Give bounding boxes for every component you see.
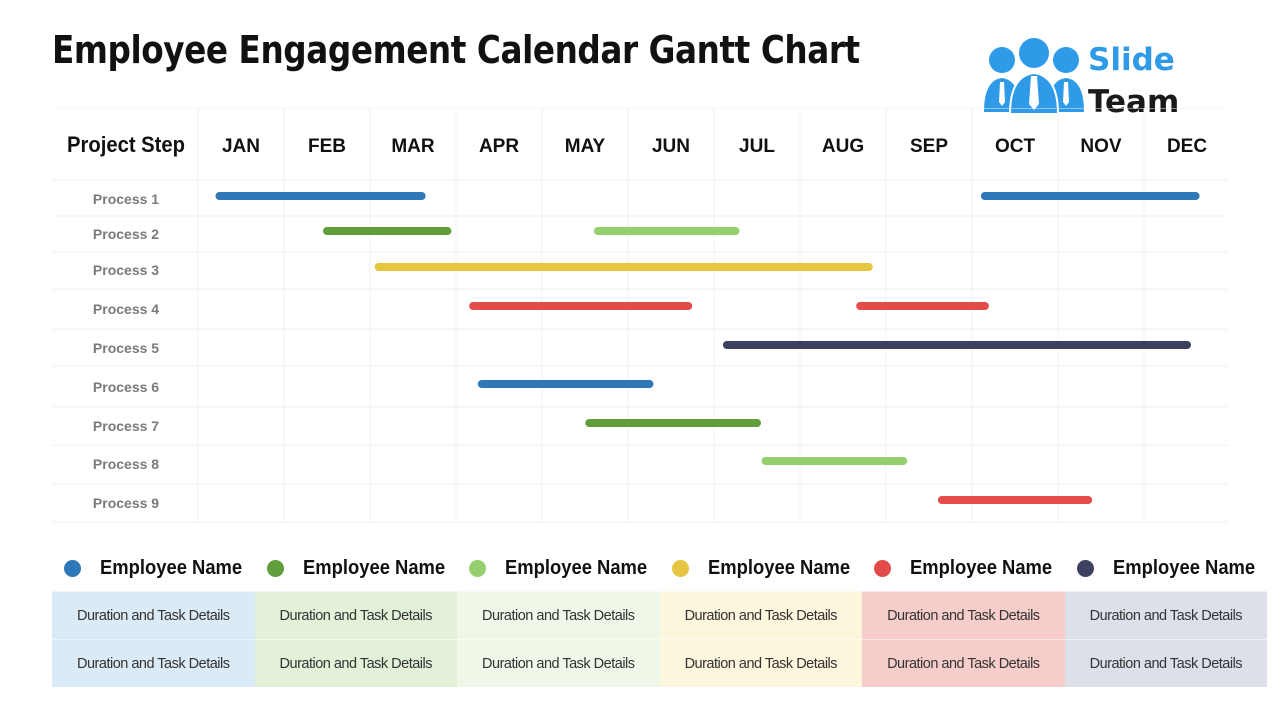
legend-header: Employee Name	[255, 545, 458, 591]
process-label: Process 3	[93, 262, 159, 278]
legend-header: Employee Name	[52, 545, 255, 591]
task-details-cell: Duration and Task Details	[862, 591, 1065, 639]
month-label-may: MAY	[565, 136, 606, 157]
legend-color-dot-icon	[266, 559, 284, 577]
employee-name: Employee Name	[505, 556, 648, 579]
task-details-cell: Duration and Task Details	[457, 591, 660, 639]
legend-column: Employee Name Duration and Task Details Du…	[659, 545, 863, 687]
page-title: Employee Engagement Calendar Gantt Chart	[52, 28, 860, 72]
process-label: Process 7	[93, 418, 159, 434]
logo-text-slide: Slide	[1088, 42, 1175, 78]
task-details-cell: Duration and Task Details	[52, 591, 255, 639]
legend-header: Employee Name	[862, 545, 1065, 591]
legend-column: Employee Name Duration and Task Details Du…	[1064, 545, 1268, 687]
month-label-jan: JAN	[222, 136, 260, 157]
month-label-oct: OCT	[995, 136, 1036, 157]
employee-name: Employee Name	[302, 556, 445, 579]
legend-color-dot-icon	[874, 559, 892, 577]
employee-name: Employee Name	[707, 556, 850, 579]
legend-column: Employee Name Duration and Task Details Du…	[254, 545, 458, 687]
legend-color-dot-icon	[1076, 559, 1094, 577]
month-label-aug: AUG	[822, 136, 864, 157]
month-label-mar: MAR	[391, 136, 435, 157]
task-details-cell: Duration and Task Details	[457, 639, 660, 687]
task-details-cell: Duration and Task Details	[254, 639, 458, 687]
employee-name: Employee Name	[910, 556, 1053, 579]
process-label: Process 2	[93, 226, 159, 242]
row-header-label: Project Step	[67, 133, 185, 157]
employee-name: Employee Name	[100, 556, 243, 579]
process-label: Process 1	[93, 191, 159, 207]
legend-color-dot-icon	[671, 559, 689, 577]
legend-column: Employee Name Duration and Task Details Du…	[862, 545, 1065, 687]
task-details-cell: Duration and Task Details	[862, 639, 1065, 687]
legend-header: Employee Name	[1065, 545, 1268, 591]
task-details-cell: Duration and Task Details	[1064, 639, 1268, 687]
legend-color-dot-icon	[64, 559, 81, 577]
gantt-svg: Project Step JAN FEB MAR APR MAY JUN JUL AUG SEP O…	[52, 108, 1228, 523]
task-details-cell: Duration and Task Details	[254, 591, 458, 639]
task-details-cell: Duration and Task Details	[659, 591, 863, 639]
legend-color-dot-icon	[469, 559, 487, 577]
legend-header: Employee Name	[457, 545, 660, 591]
process-label: Process 4	[93, 301, 159, 317]
process-label: Process 9	[93, 495, 159, 511]
month-label-jul: JUL	[739, 136, 775, 157]
month-label-sep: SEP	[910, 136, 948, 157]
month-label-jun: JUN	[652, 136, 690, 157]
month-label-dec: DEC	[1167, 136, 1207, 157]
process-label: Process 8	[93, 456, 159, 472]
month-label-feb: FEB	[308, 136, 346, 157]
team-people-icon	[984, 36, 1084, 115]
logo: Slide Team	[982, 36, 1179, 120]
month-label-apr: APR	[479, 136, 519, 157]
legend-header: Employee Name	[660, 545, 863, 591]
legend-table: Employee Name Duration and Task Details Du…	[52, 545, 1268, 687]
legend-column: Employee Name Duration and Task Details Du…	[52, 545, 255, 687]
legend-column: Employee Name Duration and Task Details Du…	[457, 545, 660, 687]
process-label: Process 6	[93, 379, 159, 395]
employee-name: Employee Name	[1112, 556, 1255, 579]
task-details-cell: Duration and Task Details	[1064, 591, 1268, 639]
process-label: Process 5	[93, 340, 159, 356]
task-details-cell: Duration and Task Details	[659, 639, 863, 687]
month-label-nov: NOV	[1080, 136, 1122, 157]
task-details-cell: Duration and Task Details	[52, 639, 255, 687]
